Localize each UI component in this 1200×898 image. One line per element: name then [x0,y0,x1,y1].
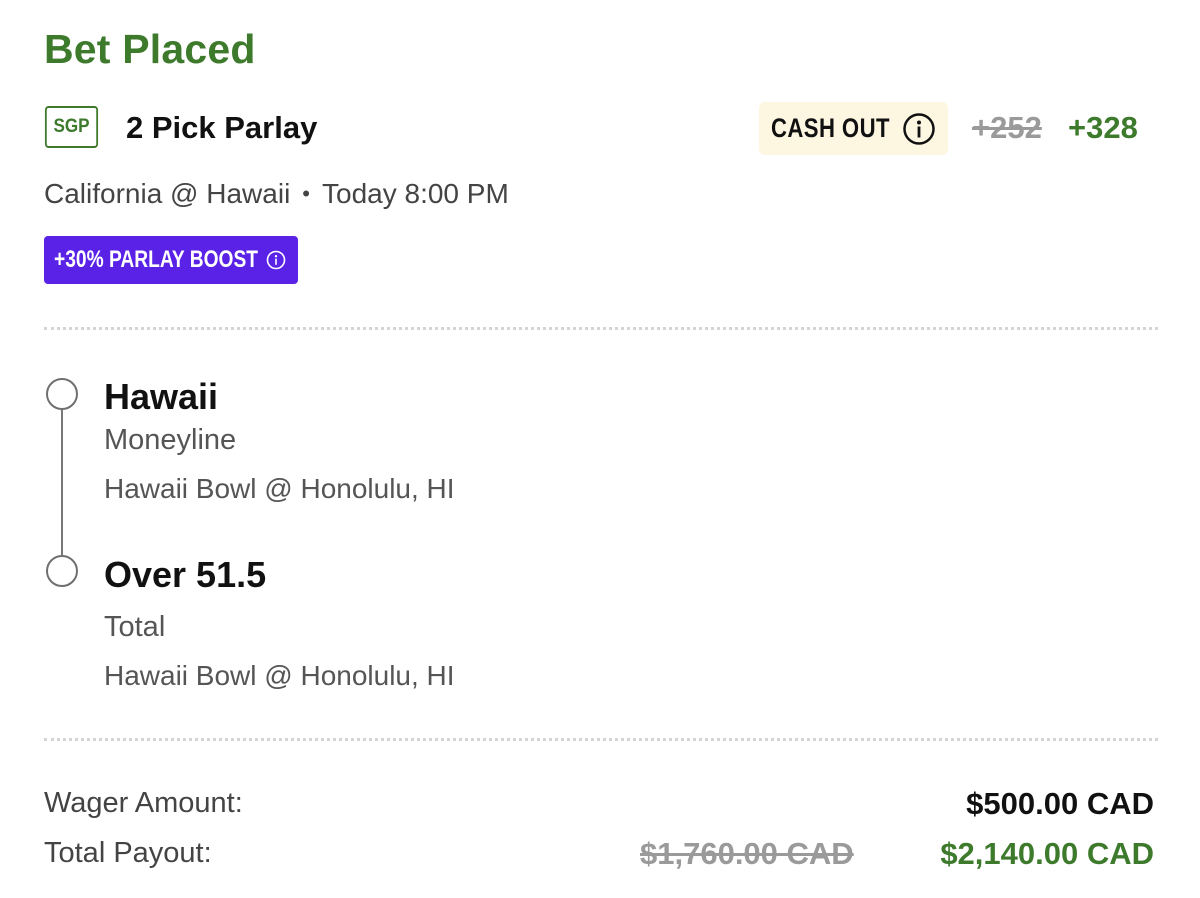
game-time: Today 8:00 PM [322,178,509,209]
boosted-payout: $2,140.00 CAD [940,836,1154,871]
sgp-badge: SGP [44,106,99,148]
boosted-odds: +328 [1068,110,1138,145]
divider [44,327,1158,330]
leg-selection: Over 51.5 [104,554,267,595]
wager-label: Wager Amount: [44,787,243,819]
info-icon[interactable] [266,250,286,270]
cash-out-button[interactable]: CASH OUT [759,102,948,155]
leg-market: Moneyline [104,424,237,456]
leg-event: Hawaii Bowl @ Honolulu, HI [104,660,455,691]
wager-value: $500.00 CAD [966,786,1154,821]
original-payout: $1,760.00 CAD [640,836,854,871]
leg-selection: Hawaii [104,376,219,417]
timeline-connector [61,410,63,555]
matchup-line: California @ Hawaii • Today 8:00 PM [44,178,509,210]
parlay-boost-label: +30% PARLAY BOOST [54,246,258,273]
matchup-teams: California @ Hawaii [44,178,291,209]
info-icon[interactable] [902,112,936,146]
divider [44,738,1158,741]
payout-label: Total Payout: [44,837,212,869]
leg-event: Hawaii Bowl @ Honolulu, HI [104,473,455,504]
separator-dot: • [302,181,310,206]
cash-out-label: CASH OUT [771,113,890,143]
empty-circle-icon [46,555,78,587]
bet-placed-title: Bet Placed [44,26,256,72]
leg-market: Total [104,611,166,643]
parlay-boost-badge[interactable]: +30% PARLAY BOOST [44,236,298,284]
original-odds: +252 [972,110,1042,145]
empty-circle-icon [46,378,78,410]
bet-type-title: 2 Pick Parlay [126,110,318,145]
